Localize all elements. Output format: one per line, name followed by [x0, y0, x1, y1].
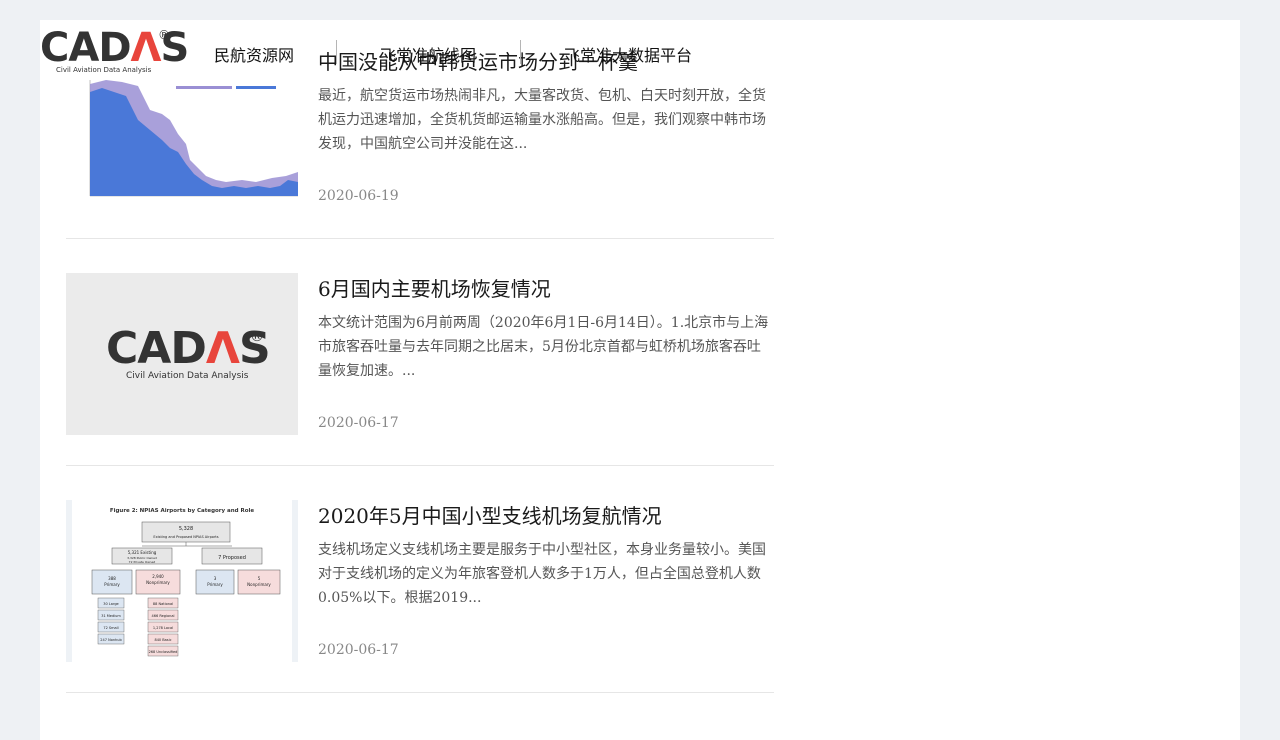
diagram-primary-num: 388	[108, 576, 116, 581]
article-excerpt: 支线机场定义支线机场主要是服务于中小型社区，本身业务量较小。美国对于支线机场的定…	[318, 542, 766, 606]
diagram-proposed-nonprimary-num: 5	[258, 576, 261, 581]
article-title[interactable]: 2020年5月中国小型支线机场复航情况	[318, 500, 662, 529]
diagram-nonprimary-label: Nonprimary	[146, 580, 170, 585]
diagram-large: 30 Large	[103, 602, 118, 606]
nav-link-carnoc[interactable]: 民航资源网	[214, 42, 294, 66]
nav-link-bigdata-platform[interactable]: 飞常准大数据平台	[564, 42, 692, 66]
article-item[interactable]: CADΛS ® Civil Aviation Data Analysis 6月国…	[66, 247, 774, 466]
nav-divider	[520, 40, 521, 64]
diagram-existing-sub2: 72 Private Owned	[129, 560, 156, 564]
cadas-logo[interactable]: CADΛS ® Civil Aviation Data Analysis	[40, 26, 189, 78]
article-date: 2020-06-19	[318, 188, 399, 204]
logo-subtitle: Civil Aviation Data Analysis	[56, 66, 152, 74]
diagram-proposed-primary-label: Primary	[207, 582, 223, 587]
diagram-root-label: Existing and Proposed NPIAS Airports	[153, 535, 218, 539]
article-excerpt: 本文统计范围为6月前两周（2020年6月1日-6月14日）。1.北京市与上海市旅…	[318, 315, 769, 379]
diagram-nonhub: 247 Nonhub	[100, 638, 122, 642]
thumbnail-cadas-logo: CADΛS	[106, 323, 271, 374]
article-title[interactable]: 6月国内主要机场恢复情况	[318, 273, 551, 302]
article-date: 2020-06-17	[318, 642, 399, 658]
diagram-local: 1,278 Local	[153, 626, 173, 630]
article-thumbnail-logo[interactable]: CADΛS ® Civil Aviation Data Analysis	[66, 273, 298, 435]
diagram-basic: 840 Basic	[154, 638, 171, 642]
diagram-root-number: 5,328	[179, 526, 193, 532]
article-item[interactable]: Figure 2: NPIAS Airports by Category and…	[66, 474, 774, 693]
diagram-figure-title: Figure 2: NPIAS Airports by Category and…	[110, 508, 255, 514]
diagram-unclassified: 268 Unclassified	[149, 650, 178, 654]
thumbnail-registered-mark: ®	[250, 329, 264, 345]
thumbnail-logo-subtitle: Civil Aviation Data Analysis	[126, 371, 249, 381]
article-thumbnail-diagram[interactable]: Figure 2: NPIAS Airports by Category and…	[66, 500, 298, 662]
site-header: CADΛS ® Civil Aviation Data Analysis 民航资…	[40, 26, 740, 82]
diagram-nonprimary-num: 2,940	[152, 574, 164, 579]
diagram-existing: 5,321 Existing	[128, 550, 157, 555]
nav-link-route-map[interactable]: 飞常准航线图	[380, 42, 476, 66]
diagram-small: 72 Small	[103, 626, 118, 630]
diagram-proposed-primary-num: 3	[214, 576, 217, 581]
nav-divider	[336, 40, 337, 64]
article-date: 2020-06-17	[318, 415, 399, 431]
diagram-regional: 466 Regional	[152, 614, 175, 618]
diagram-primary-label: Primary	[104, 582, 120, 587]
diagram-medium: 31 Medium	[101, 614, 121, 618]
logo-registered-mark: ®	[158, 28, 170, 42]
diagram-national: 88 National	[153, 602, 173, 606]
diagram-proposed: 7 Proposed	[218, 555, 246, 561]
diagram-proposed-nonprimary-label: Nonprimary	[247, 582, 271, 587]
article-excerpt: 最近，航空货运市场热闹非凡，大量客改货、包机、白天时刻开放，全货机运力迅速增加，…	[318, 88, 766, 152]
